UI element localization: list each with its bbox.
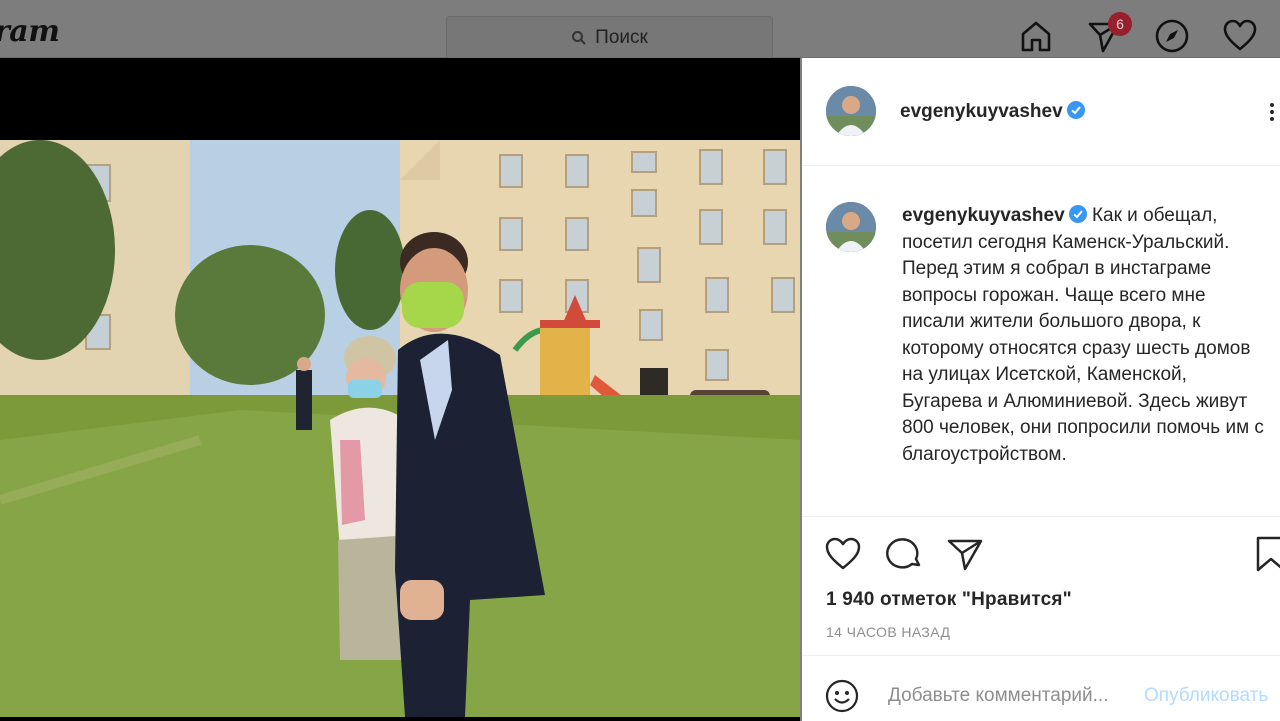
post-caption: evgenykuyvashev Как и обещал, посетил се… [902, 203, 1272, 468]
home-icon [1021, 21, 1051, 52]
explore-button[interactable] [1154, 18, 1190, 54]
share-button[interactable] [946, 535, 984, 573]
comment-bar: Добавьте комментарий... Опубликовать [802, 655, 1280, 721]
caption-text: Как и обещал, посетил сегодня Каменск-Ур… [902, 205, 1264, 465]
search-icon [572, 31, 586, 45]
likes-count[interactable]: 1 940 отметок "Нравится" [826, 589, 1072, 611]
avatar[interactable] [826, 86, 876, 136]
post-actions: 1 940 отметок "Нравится" 14 ЧАСОВ НАЗАД … [802, 516, 1280, 721]
post-media[interactable] [0, 58, 800, 721]
username-text[interactable]: evgenykuyvashev [900, 101, 1063, 122]
bookmark-icon [1256, 536, 1280, 572]
heart-icon [1223, 19, 1257, 51]
more-options-icon[interactable] [1262, 102, 1280, 122]
verified-badge-icon [1068, 205, 1087, 223]
notification-badge: 6 [1108, 12, 1132, 36]
compass-icon [1155, 19, 1189, 53]
like-button[interactable] [824, 535, 862, 573]
search-placeholder: Поиск [595, 27, 648, 48]
caption-avatar[interactable] [826, 202, 876, 252]
post-details-panel: evgenykuyvashev evgenykuyvashev Как и об… [802, 58, 1280, 721]
heart-icon [825, 537, 861, 570]
activity-button[interactable] [1222, 18, 1258, 54]
post-timestamp[interactable]: 14 ЧАСОВ НАЗАД [826, 624, 950, 640]
save-button[interactable] [1254, 535, 1280, 573]
verified-badge-icon [1066, 101, 1085, 119]
caption-username[interactable]: evgenykuyvashev [902, 205, 1065, 226]
publish-comment-button[interactable]: Опубликовать [1144, 685, 1268, 707]
search-box[interactable]: Поиск [446, 16, 773, 60]
share-icon [947, 539, 983, 571]
comment-input[interactable]: Добавьте комментарий... [888, 685, 1108, 707]
home-button[interactable] [1018, 18, 1054, 54]
post-photo [0, 140, 800, 717]
top-nav: ram Поиск 6 [0, 0, 1280, 60]
comment-icon [886, 538, 921, 569]
post-author-username[interactable]: evgenykuyvashev [900, 101, 1085, 123]
direct-button[interactable]: 6 [1086, 12, 1132, 54]
post-header: evgenykuyvashev [802, 58, 1280, 166]
emoji-icon[interactable] [824, 678, 860, 714]
comment-button[interactable] [886, 535, 924, 573]
instagram-logo[interactable]: ram [0, 14, 60, 49]
